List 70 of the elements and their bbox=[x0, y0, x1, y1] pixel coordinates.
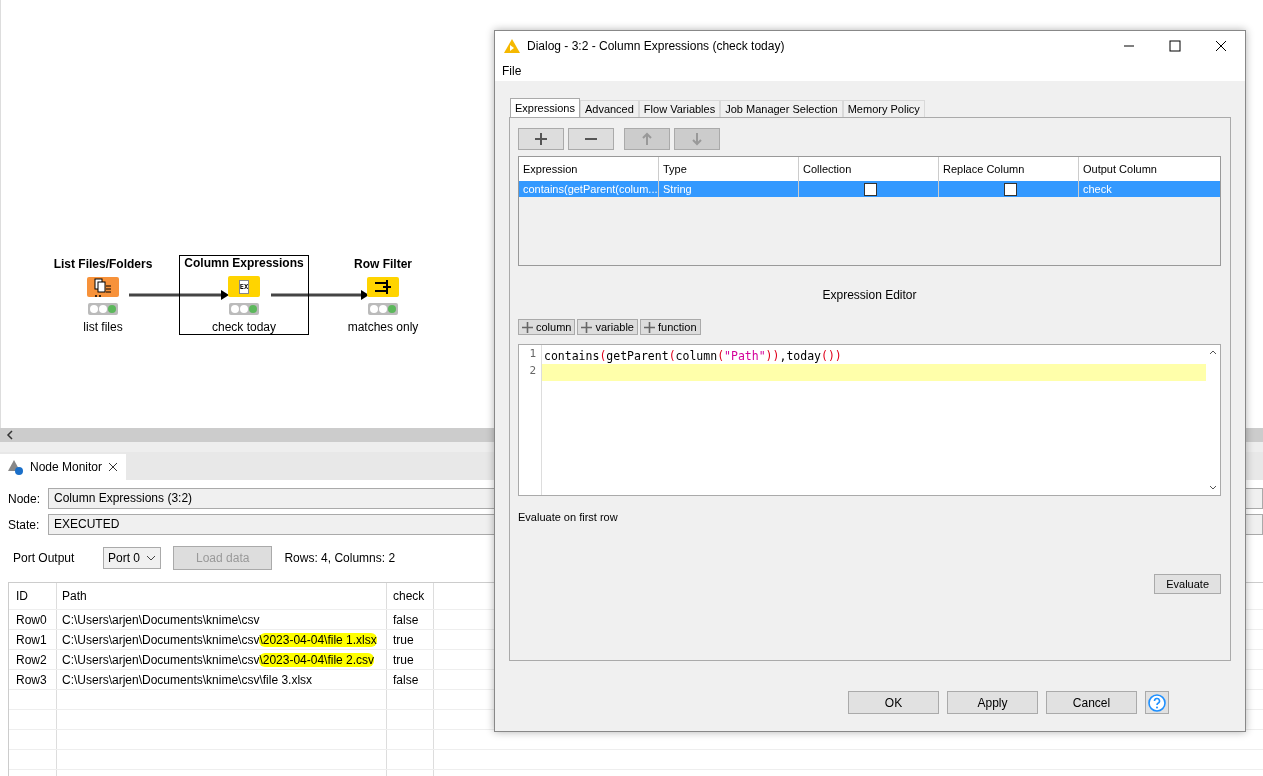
table-cell: true bbox=[387, 630, 434, 649]
scroll-down-icon[interactable] bbox=[1209, 485, 1217, 491]
port-dropdown[interactable]: Port 0 bbox=[103, 547, 161, 569]
column-header: Path bbox=[57, 583, 387, 609]
table-cell: Row1 bbox=[9, 630, 57, 649]
tab[interactable]: Flow Variables bbox=[638, 100, 721, 117]
node-icon[interactable] bbox=[87, 277, 119, 297]
line-number: 2 bbox=[528, 364, 537, 379]
column-header: Output Column bbox=[1082, 162, 1158, 177]
node-monitor-tab[interactable]: Node Monitor bbox=[0, 454, 127, 480]
node-icon[interactable] bbox=[367, 277, 399, 297]
insert-button[interactable]: function bbox=[640, 319, 701, 335]
evaluate-label: Evaluate on first row bbox=[518, 511, 619, 523]
tab[interactable]: Advanced bbox=[579, 100, 639, 117]
line-number: 1 bbox=[528, 347, 537, 362]
tab[interactable]: Job Manager Selection bbox=[720, 100, 843, 117]
scroll-up-icon[interactable] bbox=[1209, 349, 1217, 355]
triangle-icon bbox=[503, 38, 521, 54]
dialog-button[interactable]: OK bbox=[848, 691, 939, 714]
node-label: list files bbox=[83, 320, 123, 334]
toolbar-button[interactable] bbox=[568, 128, 614, 150]
row-count: Rows: 4, Columns: 2 bbox=[284, 551, 396, 565]
plus-icon bbox=[644, 321, 655, 333]
table-cell: true bbox=[387, 650, 434, 669]
chevron-icon bbox=[146, 555, 156, 561]
section-title: Expression Editor bbox=[821, 288, 918, 302]
field-label: State: bbox=[8, 517, 41, 532]
field-label: Node: bbox=[8, 491, 42, 506]
column-header: check bbox=[387, 583, 434, 609]
window-title: Dialog - 3:2 - Column Expressions (check today) bbox=[527, 39, 786, 53]
warning-info-icon bbox=[8, 459, 24, 475]
dialog-button[interactable]: Apply bbox=[947, 691, 1038, 714]
table-cell: false bbox=[387, 610, 434, 629]
code-line: contains(getParent(column("Path")),today()) bbox=[544, 348, 842, 363]
plus-icon bbox=[534, 132, 548, 146]
port-output-label: Port Output bbox=[13, 551, 76, 565]
table-cell: String bbox=[663, 183, 692, 195]
dialog-button[interactable]: Cancel bbox=[1046, 691, 1137, 714]
table-cell: C:\Users\arjen\Documents\knime\csv bbox=[57, 610, 387, 629]
insert-button[interactable]: variable bbox=[577, 319, 638, 335]
node-title: List Files/Folders bbox=[53, 257, 153, 271]
up-arrow-icon bbox=[640, 132, 654, 146]
help-button[interactable] bbox=[1145, 691, 1169, 714]
toolbar-button[interactable] bbox=[518, 128, 564, 150]
table-cell: Row3 bbox=[9, 670, 57, 689]
node-label: check today bbox=[211, 320, 276, 334]
menu-item[interactable]: File bbox=[502, 64, 522, 78]
down-arrow-icon bbox=[690, 132, 704, 146]
table-cell: false bbox=[387, 670, 434, 689]
code-editor[interactable]: 1 2 contains(getParent(column("Path")),today()) bbox=[518, 344, 1221, 496]
node-label: matches only bbox=[347, 320, 419, 334]
checkbox[interactable] bbox=[864, 182, 877, 196]
evaluate-button[interactable]: Evaluate bbox=[1154, 574, 1221, 594]
checkbox[interactable] bbox=[1004, 182, 1017, 196]
table-cell: contains(getParent(colum... bbox=[523, 183, 658, 195]
table-cell: C:\Users\arjen\Documents\knime\csv\file 3.xlsx bbox=[57, 670, 387, 689]
insert-button[interactable]: column bbox=[518, 319, 576, 335]
plus-icon bbox=[522, 321, 533, 333]
maximize-icon[interactable] bbox=[1169, 40, 1181, 52]
tab[interactable]: Memory Policy bbox=[842, 100, 925, 117]
tab[interactable]: Expressions bbox=[510, 98, 580, 117]
node-title: Column Expressions bbox=[184, 256, 304, 270]
node-title: Row Filter bbox=[354, 257, 412, 271]
close-icon[interactable] bbox=[108, 462, 119, 472]
close-icon[interactable] bbox=[1215, 40, 1227, 52]
column-header: ID bbox=[9, 583, 57, 609]
table-cell: Row0 bbox=[9, 610, 57, 629]
plus-icon bbox=[581, 321, 593, 333]
table-cell: Row2 bbox=[9, 650, 57, 669]
table-cell: check bbox=[1083, 183, 1112, 195]
